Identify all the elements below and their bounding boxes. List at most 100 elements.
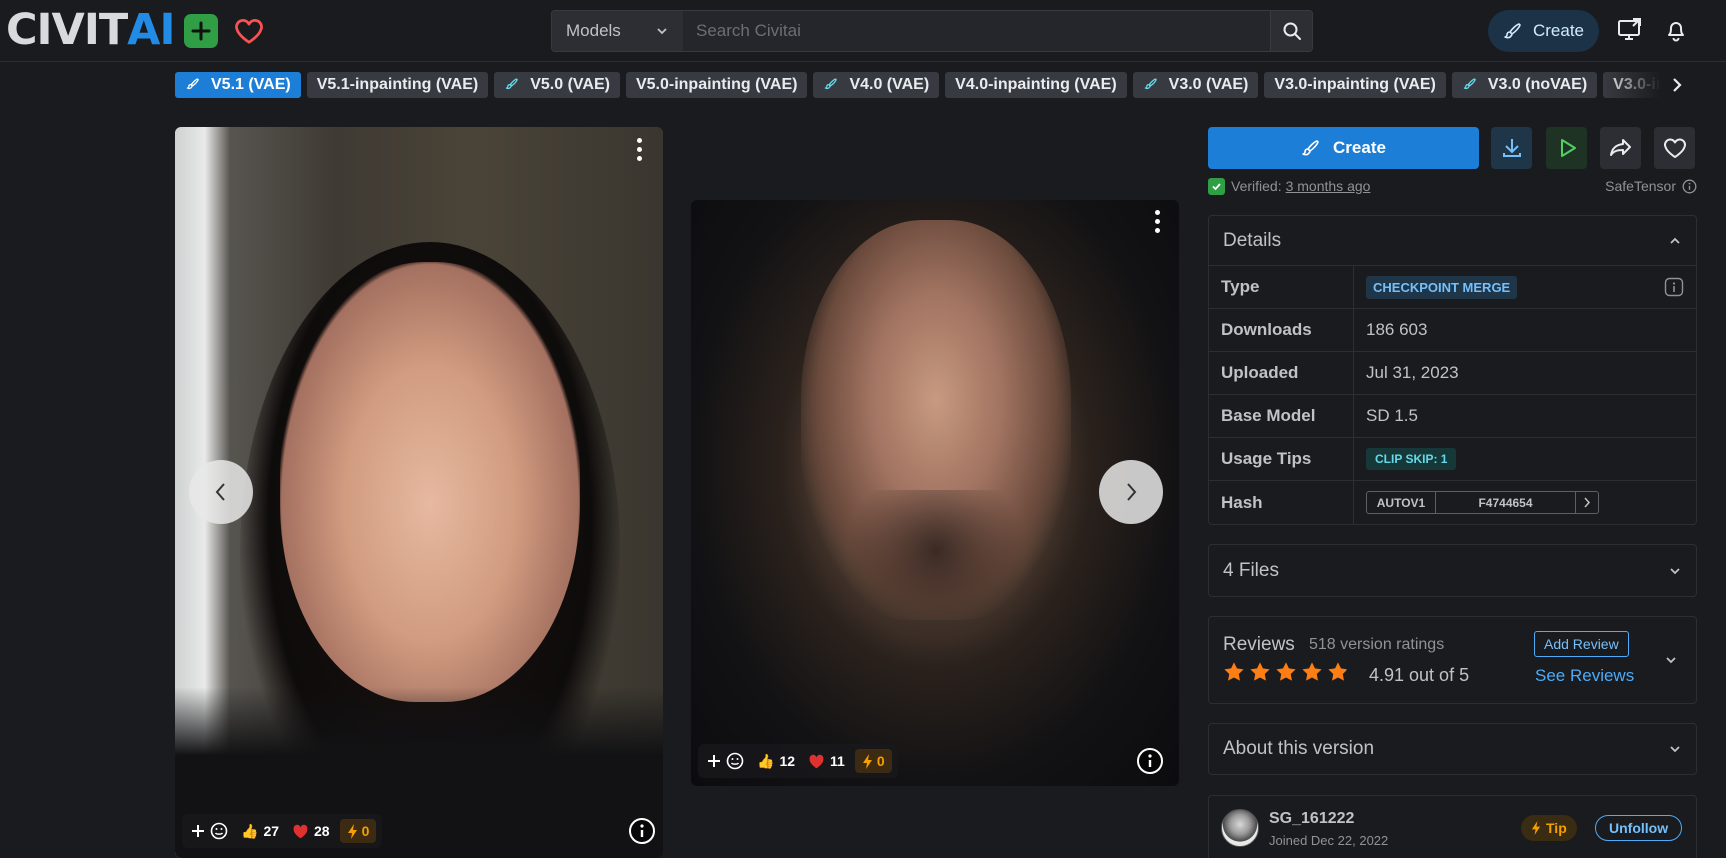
gallery-next-button[interactable]	[1099, 460, 1163, 524]
version-tab-label: V4.0-inpainting (VAE)	[955, 76, 1117, 93]
about-version-title: About this version	[1223, 738, 1375, 759]
chevron-down-icon	[657, 28, 667, 35]
download-icon	[1502, 139, 1521, 157]
image-menu-button[interactable]	[627, 135, 651, 163]
version-tab-label: V5.1-inpainting (VAE)	[316, 76, 479, 93]
like-reaction[interactable]: 👍 12	[754, 753, 798, 770]
add-review-button[interactable]: Add Review	[1534, 631, 1629, 657]
gallery-image-2[interactable]: 👍 12 11 0	[691, 200, 1179, 786]
download-button[interactable]	[1491, 127, 1532, 169]
version-tab[interactable]: V5.0-inpainting (VAE)	[625, 72, 808, 98]
verification-row: Verified: 3 months ago SafeTensor	[1208, 176, 1697, 196]
version-tabs: V5.1 (VAE) V5.1-inpainting (VAE) V5.0 (VAE…	[175, 72, 1685, 99]
plus-icon	[191, 21, 211, 41]
upload-plus-button[interactable]	[184, 14, 218, 48]
create-with-model-button[interactable]: Create	[1208, 127, 1479, 169]
like-count: 12	[779, 753, 796, 769]
version-tab[interactable]: V4.0 (VAE)	[813, 72, 940, 98]
version-tab[interactable]: V5.1 (VAE)	[175, 72, 301, 98]
version-tab[interactable]: V4.0-inpainting (VAE)	[945, 72, 1127, 98]
monitor-icon[interactable]	[1616, 16, 1644, 44]
bolt-icon	[862, 753, 872, 769]
image-face-shape	[280, 262, 580, 702]
link-icon	[1462, 77, 1478, 93]
star-icon	[1250, 662, 1270, 681]
notifications-bell-icon[interactable]	[1662, 16, 1690, 44]
hash-next-button[interactable]	[1576, 492, 1598, 513]
search-input[interactable]	[683, 11, 1270, 51]
detail-row-uploaded: Uploaded Jul 31, 2023	[1209, 352, 1696, 395]
brush-icon	[1302, 140, 1319, 156]
image-reactions: 👍 27 28 0	[182, 814, 383, 848]
buzz-count: 0	[876, 753, 885, 769]
verified-date-link[interactable]: 3 months ago	[1286, 178, 1371, 194]
gallery-prev-button[interactable]	[189, 460, 253, 524]
see-reviews-link[interactable]: See Reviews	[1535, 666, 1634, 686]
info-icon[interactable]	[1682, 179, 1697, 194]
star-icon	[1224, 662, 1244, 681]
creator-username[interactable]: SG_161222	[1269, 810, 1354, 828]
version-tabs-next-button[interactable]	[1667, 74, 1687, 96]
favorite-model-button[interactable]	[1654, 127, 1695, 169]
heart-icon	[1663, 138, 1686, 158]
chevron-left-icon	[215, 483, 225, 501]
detail-row-usage-tips: Usage Tips CLIP SKIP: 1	[1209, 438, 1696, 481]
buzz-tip-button[interactable]: 0	[339, 819, 377, 843]
search-icon	[1283, 22, 1301, 40]
search-bar: Models /	[551, 10, 1313, 52]
version-tab[interactable]: V3.0-inpainting (VAE)	[1264, 72, 1446, 98]
version-tab[interactable]: V5.1-inpainting (VAE)	[306, 72, 489, 98]
hash-box[interactable]: AUTOV1 F4744654	[1366, 491, 1599, 514]
chevron-down-icon[interactable]	[1664, 653, 1678, 667]
info-square-icon[interactable]	[1664, 277, 1684, 297]
details-panel: Details Type CHECKPOINT MERGE Downloads …	[1208, 215, 1697, 525]
link-icon	[823, 77, 839, 93]
image-info-icon[interactable]	[1136, 747, 1164, 775]
detail-row-downloads: Downloads 186 603	[1209, 309, 1696, 352]
version-tab[interactable]: V3.0 (noVAE)	[1451, 72, 1598, 98]
gallery-image-1[interactable]: 👍 27 28 0	[175, 127, 663, 858]
image-menu-button[interactable]	[1145, 207, 1169, 235]
image-beard-shape	[846, 490, 1026, 640]
run-button[interactable]	[1546, 127, 1587, 169]
favorites-button[interactable]	[232, 14, 266, 48]
avatar[interactable]	[1221, 809, 1259, 847]
plus-icon	[708, 755, 720, 767]
image-info-icon[interactable]	[628, 817, 656, 845]
heart-reaction[interactable]: 11	[805, 753, 848, 769]
create-button[interactable]: Create	[1488, 10, 1599, 52]
hash-algo[interactable]: AUTOV1	[1367, 492, 1436, 513]
version-tab[interactable]: V5.0 (VAE)	[494, 72, 620, 98]
unfollow-button[interactable]: Unfollow	[1595, 815, 1683, 841]
version-tab-label: V5.0-inpainting (VAE)	[635, 76, 798, 93]
files-panel[interactable]: 4 Files	[1208, 544, 1697, 597]
chevron-right-icon	[1584, 497, 1591, 508]
share-button[interactable]	[1600, 127, 1641, 169]
star-icon	[1328, 662, 1348, 681]
about-version-panel[interactable]: About this version	[1208, 723, 1697, 775]
version-tab-label: V4.0 (VAE)	[849, 76, 930, 93]
detail-row-hash: Hash AUTOV1 F4744654	[1209, 481, 1696, 524]
buzz-tip-button[interactable]: 0	[854, 749, 892, 773]
like-count: 27	[263, 823, 280, 839]
verified-label: Verified:	[1231, 178, 1282, 194]
tip-button[interactable]: Tip	[1521, 815, 1577, 841]
add-reaction-button[interactable]	[188, 822, 231, 840]
civitai-logo[interactable]: CIVIT AI	[6, 5, 175, 55]
add-reaction-button[interactable]	[704, 752, 747, 770]
search-type-label: Models	[566, 21, 621, 40]
like-reaction[interactable]: 👍 27	[238, 823, 282, 840]
version-tab[interactable]: V3.0 (VAE)	[1132, 72, 1259, 98]
top-bar: CIVITAI Models / Create	[0, 0, 1726, 62]
rating-score: 4.91 out of 5	[1369, 665, 1470, 685]
heart-reaction[interactable]: 28	[289, 823, 333, 839]
detail-row-type: Type CHECKPOINT MERGE	[1209, 266, 1696, 309]
search-type-select[interactable]: Models	[552, 11, 683, 51]
details-title: Details	[1223, 229, 1282, 251]
search-button[interactable]	[1270, 11, 1312, 51]
details-header[interactable]: Details	[1209, 216, 1696, 266]
chevron-right-icon	[1127, 483, 1137, 501]
hash-value[interactable]: F4744654	[1436, 492, 1576, 513]
chevron-down-icon	[1670, 567, 1680, 574]
detail-key: Hash	[1209, 481, 1354, 524]
